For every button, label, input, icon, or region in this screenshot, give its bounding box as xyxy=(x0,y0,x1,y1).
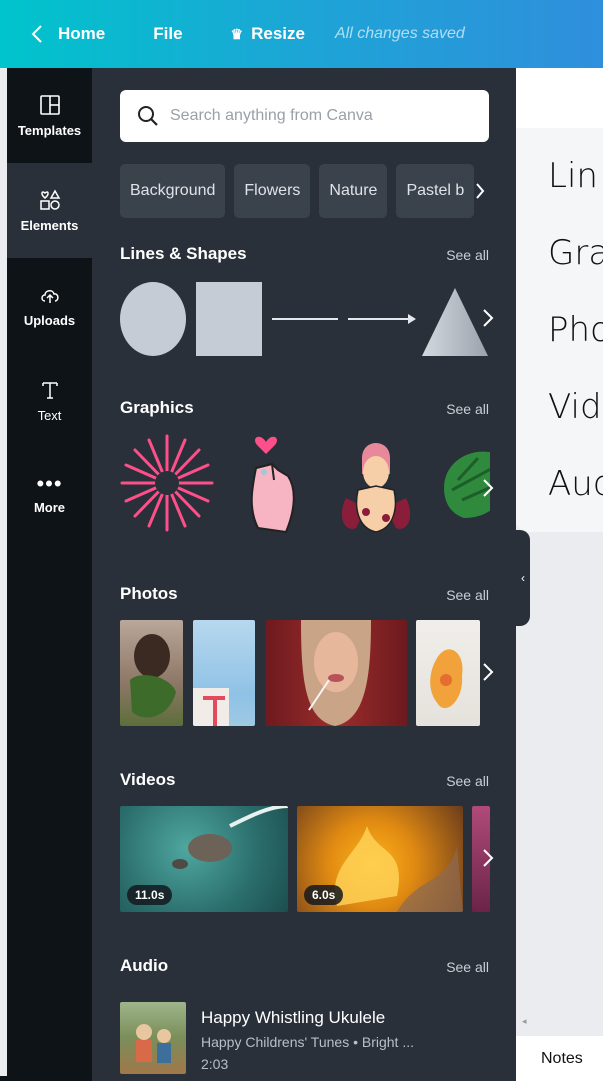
upload-cloud-icon xyxy=(40,290,59,303)
photo-yellow-flowers[interactable] xyxy=(416,620,480,726)
see-all-videos[interactable]: See all xyxy=(446,773,489,789)
category-chips: Background Flowers Nature Pastel b xyxy=(120,164,490,218)
rail-item-label: Templates xyxy=(17,123,82,138)
rail-item-uploads[interactable]: Uploads xyxy=(7,258,92,353)
audio-track-title[interactable]: Happy Whistling Ukulele xyxy=(201,1008,385,1028)
chevron-right-icon[interactable] xyxy=(480,660,496,684)
page-text-line[interactable]: Gra xyxy=(548,233,603,273)
text-icon xyxy=(41,382,58,399)
photo-pink-building[interactable] xyxy=(193,620,255,726)
section-title-lines-shapes: Lines & Shapes xyxy=(120,244,247,263)
graphic-heart-hand[interactable] xyxy=(238,428,336,538)
rail-item-label: Uploads xyxy=(23,313,76,328)
audio-track-duration: 2:03 xyxy=(201,1056,229,1072)
photo-woman-leaf[interactable] xyxy=(120,620,183,726)
top-toolbar: Home File ♛ Resize All changes saved xyxy=(0,0,603,68)
collapse-panel-button[interactable]: ‹ xyxy=(516,530,530,626)
chevron-left-icon xyxy=(31,25,42,43)
chip-background[interactable]: Background xyxy=(120,164,226,218)
rail-item-more[interactable]: ••• More xyxy=(7,448,92,543)
chevron-right-icon[interactable] xyxy=(480,306,496,330)
rail-item-elements[interactable]: Elements xyxy=(7,163,92,258)
photo-woman-hijab[interactable] xyxy=(265,620,407,726)
chip-flowers[interactable]: Flowers xyxy=(234,164,311,218)
home-label: Home xyxy=(58,24,106,43)
see-all-graphics[interactable]: See all xyxy=(446,401,489,417)
templates-icon xyxy=(39,95,60,115)
resize-button[interactable]: ♛ Resize xyxy=(231,24,305,44)
page-text-line[interactable]: Lin xyxy=(548,156,598,196)
canvas-header-strip xyxy=(516,68,603,128)
chevron-right-icon[interactable] xyxy=(470,164,490,218)
graphic-pink-starburst[interactable] xyxy=(118,428,216,538)
resize-label: Resize xyxy=(251,24,305,43)
chevron-left-icon: ‹ xyxy=(521,571,525,585)
file-menu[interactable]: File xyxy=(153,24,182,44)
audio-thumbnail[interactable] xyxy=(120,1002,186,1074)
page-text-line[interactable]: Aud xyxy=(548,464,603,504)
rail-item-label: Text xyxy=(37,408,62,423)
rail-item-text[interactable]: Text xyxy=(7,353,92,448)
section-title-photos: Photos xyxy=(120,584,178,603)
search-icon xyxy=(138,106,158,126)
section-title-audio: Audio xyxy=(120,956,169,975)
design-page[interactable]: Lin Gra Pho Vid Aud xyxy=(516,128,603,532)
scroll-left-arrow-icon[interactable]: ◂ xyxy=(522,1016,527,1027)
more-icon: ••• xyxy=(36,471,63,496)
section-title-graphics: Graphics xyxy=(120,398,194,417)
video-fire-smoke[interactable]: 6.0s xyxy=(297,806,463,912)
search-box[interactable] xyxy=(120,90,489,142)
notes-button[interactable]: Notes xyxy=(541,1050,583,1068)
elements-panel: Background Flowers Nature Pastel b Lines… xyxy=(92,68,516,1081)
crown-icon: ♛ xyxy=(230,25,244,42)
search-input[interactable] xyxy=(170,107,460,125)
rail-bottom-strip xyxy=(0,1076,92,1081)
home-button[interactable]: Home xyxy=(30,24,105,44)
see-all-audio[interactable]: See all xyxy=(446,959,489,975)
rail-item-templates[interactable]: Templates xyxy=(7,68,92,163)
save-status: All changes saved xyxy=(334,25,465,42)
section-title-videos: Videos xyxy=(120,770,176,789)
video-duration-badge: 6.0s xyxy=(304,885,344,905)
see-all-photos[interactable]: See all xyxy=(446,587,489,603)
chevron-right-icon[interactable] xyxy=(480,846,496,870)
elements-icon xyxy=(39,189,60,210)
side-rail: Templates Elements Uploads Text ••• More xyxy=(7,68,92,1081)
circle-shape[interactable] xyxy=(120,282,186,356)
rail-item-label: Elements xyxy=(20,218,79,233)
see-all-lines-shapes[interactable]: See all xyxy=(446,247,489,263)
video-duration-badge: 11.0s xyxy=(127,885,173,905)
page-text-line[interactable]: Vid xyxy=(548,387,602,427)
line-shape[interactable] xyxy=(272,318,338,320)
chip-pastel[interactable]: Pastel b xyxy=(396,164,475,218)
canva-editor: Home File ♛ Resize All changes saved Tem… xyxy=(0,0,603,1081)
video-aerial-rocks[interactable]: 11.0s xyxy=(120,806,288,912)
chip-nature[interactable]: Nature xyxy=(319,164,388,218)
arrow-shape[interactable] xyxy=(348,314,416,324)
rail-item-label: More xyxy=(33,500,66,515)
audio-track-artist: Happy Childrens' Tunes • Bright ... xyxy=(201,1034,415,1050)
page-text-line[interactable]: Pho xyxy=(548,310,603,350)
chevron-right-icon[interactable] xyxy=(480,476,496,500)
square-shape[interactable] xyxy=(196,282,262,356)
triangle-shape[interactable] xyxy=(422,282,488,356)
graphic-woman-illustration[interactable] xyxy=(336,428,434,538)
